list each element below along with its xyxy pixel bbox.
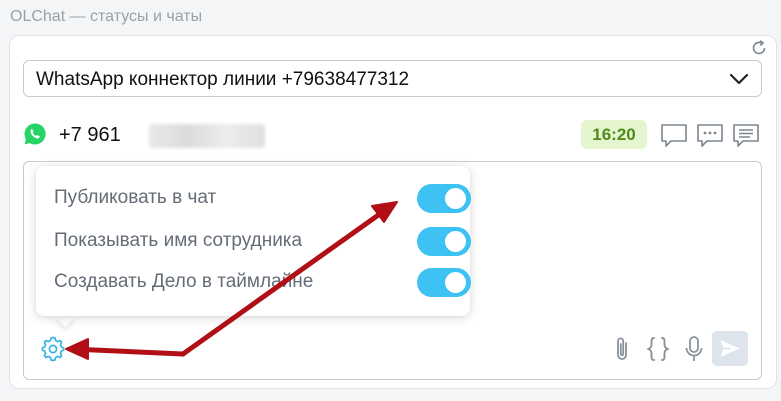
- app-title: OLChat — статусы и чаты: [10, 8, 203, 25]
- toggle-create-timeline-task[interactable]: [417, 268, 471, 297]
- option-show-employee-name: Показывать имя сотрудника: [54, 225, 471, 257]
- option-label: Создавать Дело в таймлайне: [54, 271, 314, 292]
- time-badge: 16:20: [581, 120, 647, 149]
- settings-popover: Публиковать в чат Показывать имя сотрудн…: [36, 166, 471, 316]
- option-publish-to-chat: Публиковать в чат: [54, 182, 471, 214]
- contact-phone: +7 961: [59, 124, 121, 146]
- toggle-knob: [445, 231, 466, 252]
- toggle-knob: [445, 188, 466, 209]
- redacted-phone-digits: [149, 124, 265, 148]
- send-icon: [720, 340, 740, 357]
- chat-bubble-icon[interactable]: [659, 120, 689, 150]
- chat-lines-icon[interactable]: [731, 120, 761, 150]
- settings-icon[interactable]: [40, 336, 66, 362]
- toggle-knob: [445, 272, 466, 293]
- option-label: Показывать имя сотрудника: [54, 230, 303, 251]
- chat-dots-icon[interactable]: [695, 120, 725, 150]
- line-select-value: WhatsApp коннектор линии +79638477312: [36, 69, 410, 90]
- line-select[interactable]: WhatsApp коннектор линии +79638477312: [23, 60, 762, 97]
- send-button[interactable]: [712, 331, 748, 366]
- toggle-publish-to-chat[interactable]: [417, 184, 471, 213]
- whatsapp-icon: [24, 123, 46, 145]
- refresh-icon[interactable]: [750, 39, 768, 57]
- toggle-show-employee-name[interactable]: [417, 227, 471, 256]
- microphone-icon[interactable]: [681, 334, 707, 364]
- option-label: Публиковать в чат: [54, 187, 217, 208]
- option-create-timeline-task: Создавать Дело в таймлайне: [54, 266, 471, 298]
- chevron-down-icon: [729, 73, 749, 85]
- paperclip-icon[interactable]: [609, 334, 635, 364]
- braces-icon[interactable]: [645, 334, 671, 364]
